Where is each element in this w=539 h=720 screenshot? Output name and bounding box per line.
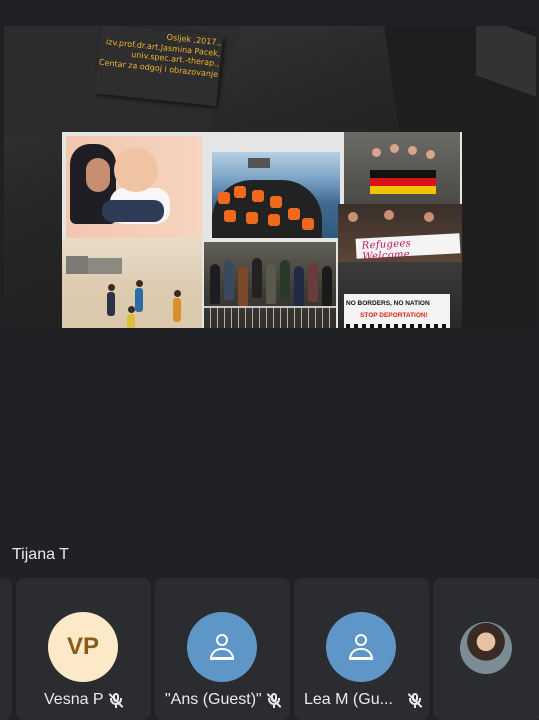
photo-refugee-boat: [212, 152, 340, 238]
participant-tile[interactable]: "Ans (Guest)": [155, 578, 290, 720]
mic-off-icon: [407, 692, 423, 708]
photo-refugees-welcome: Refugees Welcome: [338, 204, 462, 262]
shared-slide: Osijek ,2017., izv.prof.dr.art.Jasmina P…: [4, 26, 536, 328]
photo-mother-baby: [66, 136, 202, 238]
photo-german-flag: [344, 132, 460, 204]
banner-stop-deportation: STOP DEPORTATION!: [360, 312, 428, 319]
participant-name: Lea M (Gu...: [304, 691, 393, 708]
participant-tile[interactable]: Lea M (Gu...: [294, 578, 429, 720]
participant-name: "Ans (Guest)": [165, 691, 262, 708]
banner-no-borders: NO BORDERS, NO NATION: [346, 300, 430, 307]
avatar-photo: [460, 622, 512, 674]
person-icon: [347, 633, 375, 661]
person-icon: [208, 633, 236, 661]
mic-off-icon: [108, 692, 124, 708]
avatar-initials: VP: [66, 633, 99, 660]
photo-collage: Refugees Welcome NO BORDERS, NO NATION S…: [62, 132, 462, 328]
participant-tile[interactable]: VP Vesna P: [16, 578, 151, 720]
participant-tile-offscreen[interactable]: [0, 578, 12, 720]
mic-off-icon: [266, 692, 282, 708]
participant-name: Vesna P: [44, 691, 104, 708]
photo-crowd-fence: [204, 242, 336, 328]
presentation-stage: Osijek ,2017., izv.prof.dr.art.Jasmina P…: [0, 0, 539, 540]
avatar: VP: [48, 612, 118, 682]
photo-no-borders: NO BORDERS, NO NATION STOP DEPORTATION!: [338, 262, 462, 328]
participant-strip[interactable]: VP Vesna P "Ans (Guest)" Lea M (Gu...: [0, 578, 539, 720]
avatar: [326, 612, 396, 682]
banner-refugees-welcome: Refugees Welcome: [361, 238, 412, 262]
photo-children-football: [62, 238, 202, 328]
participant-tile[interactable]: [433, 578, 539, 720]
presenter-name: Tijana T: [12, 546, 69, 563]
avatar: [187, 612, 257, 682]
